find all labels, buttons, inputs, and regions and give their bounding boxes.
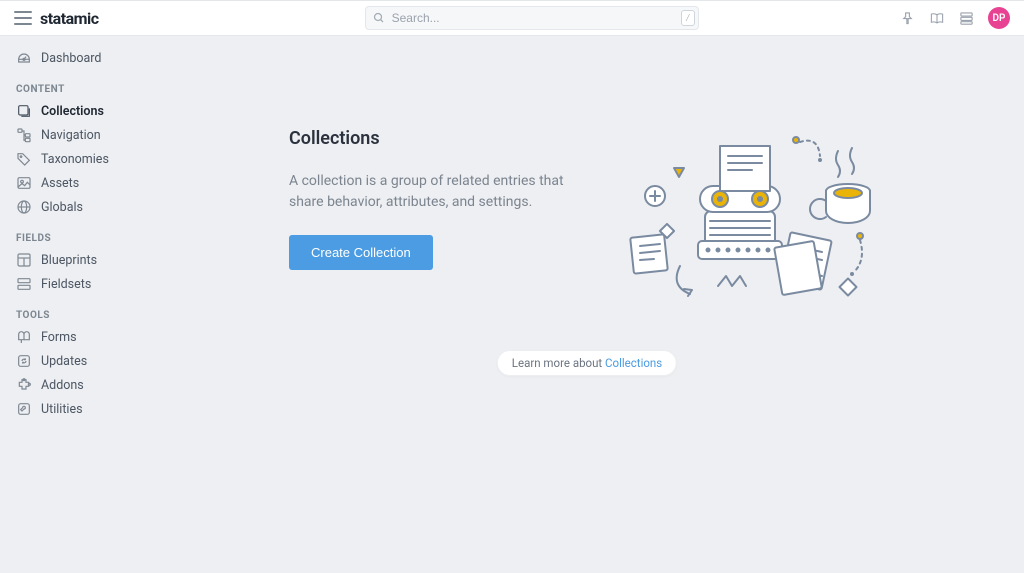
nav-item-fieldsets[interactable]: Fieldsets: [0, 272, 150, 296]
nav-item-label: Collections: [41, 104, 104, 119]
tree-icon: [16, 127, 32, 143]
gauge-icon: [16, 50, 32, 66]
search-icon: [373, 12, 385, 24]
nav-item-utilities[interactable]: Utilities: [0, 397, 150, 421]
tag-icon: [16, 151, 32, 167]
nav-item-assets[interactable]: Assets: [0, 171, 150, 195]
globe-icon: [16, 199, 32, 215]
learn-more-prefix: Learn more about: [512, 356, 605, 370]
nav-item-updates[interactable]: Updates: [0, 349, 150, 373]
nav-item-blueprints[interactable]: Blueprints: [0, 248, 150, 272]
pin-icon[interactable]: [900, 11, 915, 26]
fieldset-icon: [16, 276, 32, 292]
nav-item-collections[interactable]: Collections: [0, 99, 150, 123]
puzzle-icon: [16, 377, 32, 393]
menu-toggle[interactable]: [14, 11, 32, 25]
empty-state-illustration: [610, 116, 890, 316]
nav-item-label: Dashboard: [41, 51, 101, 66]
settings-icon[interactable]: [959, 11, 974, 26]
topbar: statamic / DP: [0, 0, 1024, 36]
refresh-icon: [16, 353, 32, 369]
wrench-icon: [16, 401, 32, 417]
nav-item-label: Forms: [41, 330, 77, 345]
nav-item-label: Fieldsets: [41, 277, 91, 292]
brand-logo[interactable]: statamic: [40, 9, 99, 28]
create-collection-button[interactable]: Create Collection: [289, 235, 433, 270]
page-description: A collection is a group of related entri…: [289, 171, 589, 213]
user-avatar[interactable]: DP: [988, 7, 1010, 29]
learn-more-link[interactable]: Learn more about Collections: [497, 350, 677, 376]
nav-heading-content: CONTENT: [0, 78, 150, 99]
main-content: Collections A collection is a group of r…: [150, 36, 1024, 573]
nav-item-label: Blueprints: [41, 253, 97, 268]
sidebar: Dashboard CONTENT Collections Navigation: [0, 36, 150, 573]
image-icon: [16, 175, 32, 191]
nav-item-label: Assets: [41, 176, 79, 191]
stack-icon: [16, 103, 32, 119]
nav-item-addons[interactable]: Addons: [0, 373, 150, 397]
learn-more-link-text: Collections: [605, 356, 662, 370]
mailbox-icon: [16, 329, 32, 345]
search-shortcut-key: /: [681, 10, 695, 26]
nav-item-forms[interactable]: Forms: [0, 325, 150, 349]
topbar-actions: DP: [900, 7, 1010, 29]
blueprint-icon: [16, 252, 32, 268]
nav-item-label: Globals: [41, 200, 83, 215]
nav-item-label: Updates: [41, 354, 87, 369]
nav-item-taxonomies[interactable]: Taxonomies: [0, 147, 150, 171]
nav-item-label: Taxonomies: [41, 152, 109, 167]
nav-heading-tools: TOOLS: [0, 304, 150, 325]
nav-item-dashboard[interactable]: Dashboard: [0, 46, 150, 70]
nav-item-label: Addons: [41, 378, 84, 393]
search-input[interactable]: [365, 6, 699, 30]
nav-item-globals[interactable]: Globals: [0, 195, 150, 219]
nav-heading-fields: FIELDS: [0, 227, 150, 248]
nav-item-navigation[interactable]: Navigation: [0, 123, 150, 147]
nav-item-label: Utilities: [41, 402, 83, 417]
nav-item-label: Navigation: [41, 128, 101, 143]
book-icon[interactable]: [929, 11, 945, 26]
search-container: /: [365, 6, 699, 30]
